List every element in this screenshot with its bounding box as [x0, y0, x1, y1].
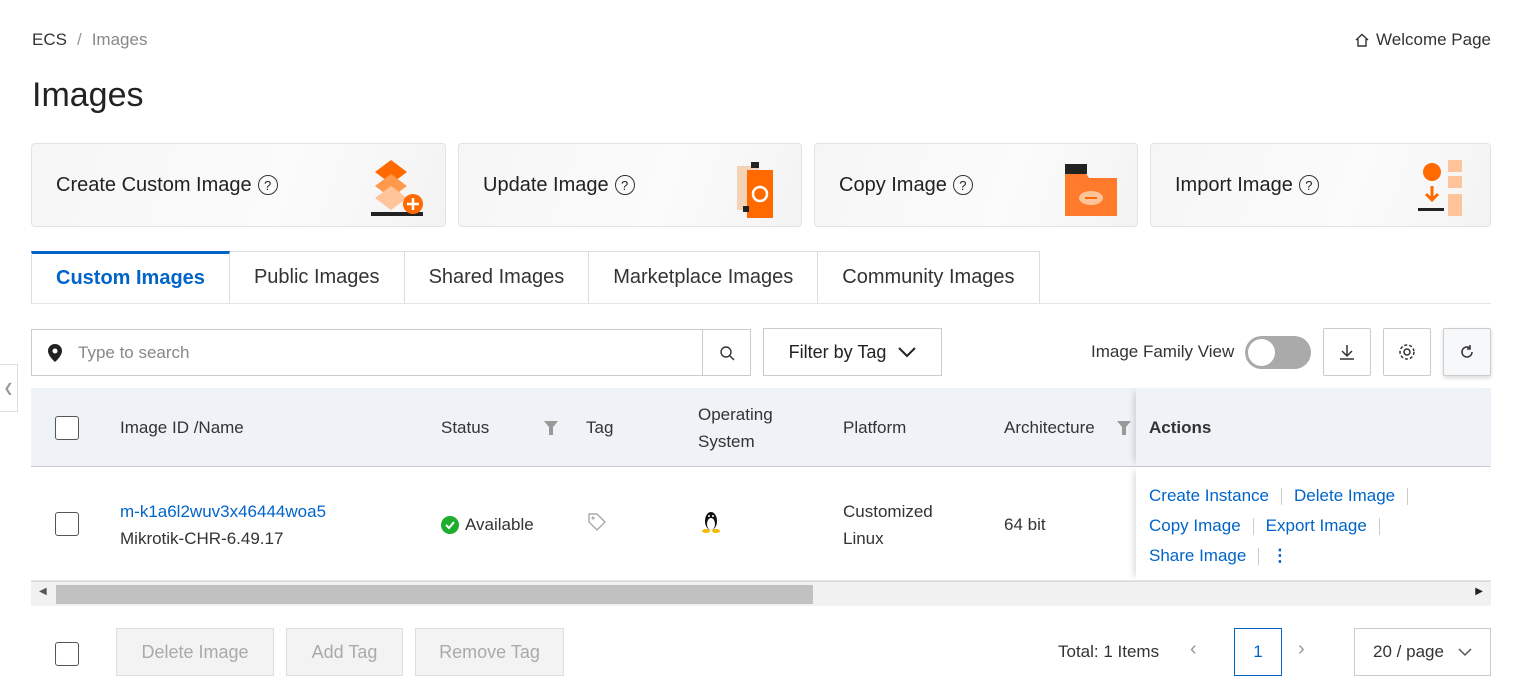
row-checkbox[interactable] — [55, 512, 79, 536]
select-all-checkbox[interactable] — [55, 415, 79, 440]
page-title: Images — [32, 76, 144, 114]
import-image-card[interactable]: Import Image? — [1150, 143, 1491, 227]
status-filter-icon[interactable] — [544, 388, 558, 467]
search-icon — [719, 345, 734, 360]
search-bar — [31, 329, 751, 376]
search-input[interactable] — [78, 342, 702, 363]
gear-icon — [1399, 344, 1415, 360]
table-header: Image ID /Name Status Tag Operating Syste… — [31, 388, 1491, 467]
tab-shared-images[interactable]: Shared Images — [404, 251, 590, 304]
copy-image-link[interactable]: Copy Image — [1149, 516, 1241, 535]
tab-custom-images[interactable]: Custom Images — [31, 251, 230, 304]
page-1-button[interactable]: 1 — [1234, 628, 1282, 676]
prev-page-icon[interactable]: ‹ — [1190, 638, 1197, 661]
next-page-icon[interactable]: › — [1298, 638, 1305, 661]
column-platform: Platform — [843, 417, 907, 437]
scrollbar-thumb[interactable] — [56, 585, 813, 604]
column-tag: Tag — [586, 417, 614, 437]
help-icon[interactable]: ? — [614, 175, 635, 195]
chevron-down-icon — [898, 347, 917, 358]
create-custom-image-card[interactable]: Create Custom Image? — [31, 143, 446, 227]
location-pin-icon[interactable] — [32, 343, 78, 362]
refresh-icon — [1461, 345, 1473, 358]
help-icon[interactable]: ? — [1298, 175, 1319, 195]
tab-marketplace-images[interactable]: Marketplace Images — [589, 251, 819, 304]
image-name: Mikrotik-CHR-6.49.17 — [120, 529, 284, 548]
architecture-value: 64 bit — [1004, 515, 1046, 534]
image-family-view-toggle[interactable] — [1245, 336, 1311, 369]
layers-plus-icon — [371, 160, 423, 216]
tab-community-images[interactable]: Community Images — [818, 251, 1040, 304]
share-image-link[interactable]: Share Image — [1149, 546, 1246, 565]
refresh-button[interactable] — [1443, 328, 1491, 376]
breadcrumb-ecs[interactable]: ECS — [32, 30, 67, 49]
table-row: m-k1a6l2wuv3x46444woa5 Mikrotik-CHR-6.49… — [31, 467, 1491, 581]
bulk-delete-image-button[interactable]: Delete Image — [116, 628, 274, 676]
image-tabs: Custom Images Public Images Shared Image… — [31, 251, 1040, 304]
update-image-card[interactable]: Update Image? — [458, 143, 802, 227]
welcome-page-link[interactable]: Welcome Page — [1354, 30, 1491, 50]
tag-icon[interactable] — [587, 512, 607, 540]
import-icon — [1418, 160, 1462, 216]
bulk-select-checkbox[interactable] — [55, 642, 79, 666]
column-status: Status — [441, 417, 490, 437]
check-circle-icon — [441, 515, 459, 534]
folder-cloud-icon — [1065, 164, 1117, 216]
image-id-link[interactable]: m-k1a6l2wuv3x46444woa5 — [120, 498, 326, 525]
linux-tux-icon — [700, 509, 722, 541]
help-icon[interactable]: ? — [952, 175, 973, 195]
export-image-link[interactable]: Export Image — [1266, 516, 1367, 535]
settings-button[interactable] — [1383, 328, 1431, 376]
bulk-remove-tag-button[interactable]: Remove Tag — [415, 628, 564, 676]
download-button[interactable] — [1323, 328, 1371, 376]
platform-value: Customized Linux — [843, 502, 933, 548]
column-architecture: Architecture — [1004, 417, 1095, 437]
sidebar-collapse-handle[interactable]: ❮ — [0, 364, 18, 412]
column-actions: Actions — [1149, 417, 1212, 437]
status-badge: Available — [441, 511, 534, 538]
search-button[interactable] — [702, 330, 750, 375]
more-actions-icon[interactable]: ⋮ — [1271, 546, 1288, 565]
tab-public-images[interactable]: Public Images — [229, 251, 405, 304]
chevron-down-icon — [1458, 647, 1472, 656]
total-items: Total: 1 Items — [1058, 642, 1160, 661]
copy-image-card[interactable]: Copy Image? — [814, 143, 1138, 227]
breadcrumb: ECS / Images — [32, 30, 148, 49]
delete-image-link[interactable]: Delete Image — [1294, 486, 1395, 505]
images-table: Image ID /Name Status Tag Operating Syste… — [31, 388, 1491, 581]
horizontal-scrollbar[interactable]: ◀ ▶ — [31, 581, 1491, 606]
tab-divider — [31, 303, 1491, 304]
image-family-view-label: Image Family View — [1091, 342, 1235, 361]
bulk-add-tag-button[interactable]: Add Tag — [286, 628, 403, 676]
column-os: Operating System — [698, 404, 773, 451]
architecture-filter-icon[interactable] — [1117, 388, 1131, 467]
filter-by-tag-dropdown[interactable]: Filter by Tag — [763, 328, 942, 376]
download-icon — [1340, 345, 1354, 360]
help-icon[interactable]: ? — [257, 175, 278, 195]
page-size-select[interactable]: 20 / page — [1354, 628, 1491, 676]
column-image-id: Image ID /Name — [120, 417, 244, 437]
home-icon — [1355, 33, 1369, 47]
create-instance-link[interactable]: Create Instance — [1149, 486, 1269, 505]
update-image-icon — [737, 162, 773, 218]
